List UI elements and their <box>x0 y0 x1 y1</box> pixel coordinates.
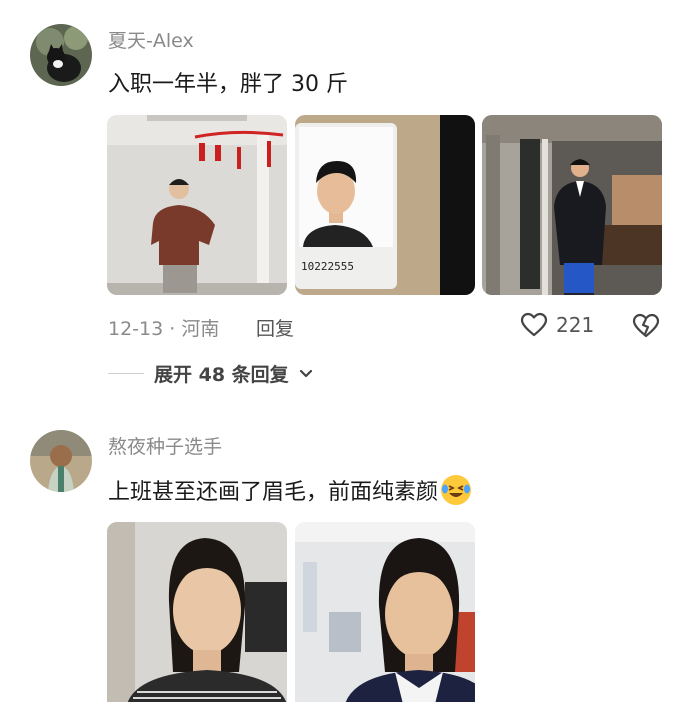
broken-heart-icon <box>632 313 660 338</box>
expand-divider <box>108 373 144 374</box>
comment-photo-1[interactable] <box>107 115 287 295</box>
comment-username[interactable]: 夏天-Alex <box>108 26 194 53</box>
comment-photo-3[interactable] <box>482 115 662 295</box>
dislike-button[interactable] <box>632 313 660 343</box>
reply-button[interactable]: 回复 <box>256 314 294 341</box>
comment-photo-2[interactable]: 10222555 <box>295 115 475 295</box>
comment-2: 熬夜种子选手 上班甚至还画了眉毛，前面纯素颜 <box>0 400 690 704</box>
comment-1: 夏天-Alex 入职一年半，胖了 30 斤 10222555 12-13 · 河… <box>0 0 690 400</box>
comment-username[interactable]: 熬夜种子选手 <box>108 432 222 459</box>
expand-replies-button[interactable]: 展开 48 条回复 <box>108 360 313 387</box>
comment-text: 入职一年半，胖了 30 斤 <box>108 72 348 97</box>
like-button[interactable]: 221 <box>520 312 594 338</box>
comment-meta: 12-13 · 河南 <box>108 318 220 340</box>
avatar[interactable] <box>30 24 92 86</box>
comment-text: 上班甚至还画了眉毛，前面纯素颜 <box>108 474 472 506</box>
avatar[interactable] <box>30 430 92 492</box>
comment-photo-2[interactable] <box>295 522 475 702</box>
like-count: 221 <box>556 313 595 337</box>
laughing-tears-emoji <box>441 475 472 505</box>
id-card-number: 10222555 <box>301 260 354 273</box>
comment-photo-1[interactable] <box>107 522 287 702</box>
chevron-down-icon <box>299 369 312 377</box>
expand-replies-label: 展开 48 条回复 <box>154 364 289 386</box>
heart-icon <box>520 312 548 337</box>
comment-text-body: 上班甚至还画了眉毛，前面纯素颜 <box>108 480 439 505</box>
